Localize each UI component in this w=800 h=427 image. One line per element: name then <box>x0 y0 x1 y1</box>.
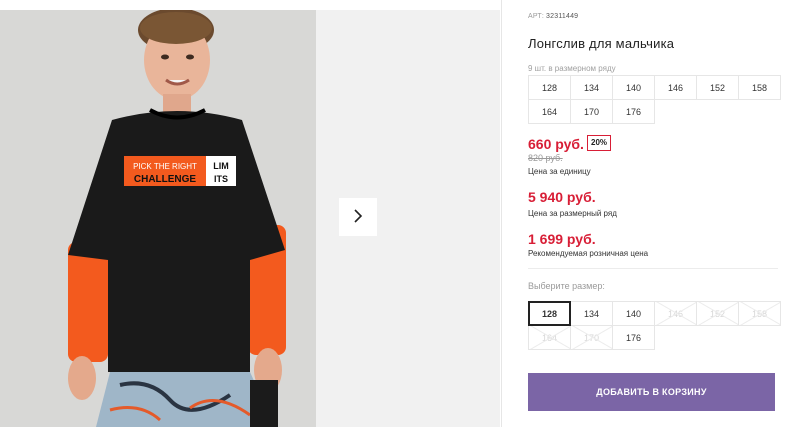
print-box1: LIM <box>213 161 229 171</box>
size-option-146: 146 <box>654 301 697 326</box>
section-divider <box>528 268 778 269</box>
size-row-cell: 176 <box>612 99 655 124</box>
size-row-cell: 152 <box>696 75 739 100</box>
size-row-cell: 146 <box>654 75 697 100</box>
size-option-170: 170 <box>570 325 613 350</box>
old-price: 820 руб. <box>528 153 563 163</box>
size-option-176[interactable]: 176 <box>612 325 655 350</box>
size-option-152: 152 <box>696 301 739 326</box>
product-photo[interactable]: PICK THE RIGHT CHALLENGE LIM ITS <box>0 10 316 427</box>
size-row-label: 9 шт. в размерном ряду <box>528 64 616 73</box>
size-option-128[interactable]: 128 <box>528 301 571 326</box>
size-row-cell: 158 <box>738 75 781 100</box>
product-gallery: PICK THE RIGHT CHALLENGE LIM ITS <box>0 0 500 427</box>
article-label: АРТ: <box>528 13 545 20</box>
size-option-164: 164 <box>528 325 571 350</box>
size-picker: 128 134 140 146 152 158 164 170 176 <box>528 301 781 350</box>
size-row-price-label: Цена за размерный ряд <box>528 209 617 218</box>
size-row-cell: 134 <box>570 75 613 100</box>
retail-price-label: Рекомендуемая розничная цена <box>528 249 649 258</box>
size-option-134[interactable]: 134 <box>570 301 613 326</box>
article-number: АРТ: 32311449 <box>528 13 578 20</box>
chevron-right-icon <box>352 208 364 227</box>
print-line1: PICK THE RIGHT <box>133 162 197 171</box>
product-info: АРТ: 32311449 Лонгслив для мальчика 9 шт.… <box>528 0 781 427</box>
print-box2: ITS <box>214 174 228 184</box>
panel-divider <box>501 0 502 427</box>
size-option-158: 158 <box>738 301 781 326</box>
size-row-cell: 170 <box>570 99 613 124</box>
print-line2: CHALLENGE <box>134 174 197 185</box>
discount-badge: 20% <box>587 135 612 151</box>
size-row-price: 5 940 руб. <box>528 189 596 205</box>
product-title: Лонгслив для мальчика <box>528 36 675 51</box>
size-picker-label: Выберите размер: <box>528 281 605 291</box>
add-to-cart-button[interactable]: ДОБАВИТЬ В КОРЗИНУ <box>528 373 775 411</box>
size-option-140[interactable]: 140 <box>612 301 655 326</box>
size-row-grid: 128 134 140 146 152 158 164 170 176 <box>528 75 781 124</box>
size-row-cell: 140 <box>612 75 655 100</box>
size-row-cell: 164 <box>528 99 571 124</box>
unit-price: 660 руб. <box>528 136 584 152</box>
article-value: 32311449 <box>546 13 579 20</box>
unit-price-label: Цена за единицу <box>528 167 591 176</box>
size-row-cell: 128 <box>528 75 571 100</box>
retail-price: 1 699 руб. <box>528 231 596 247</box>
next-image-button[interactable] <box>339 198 377 236</box>
